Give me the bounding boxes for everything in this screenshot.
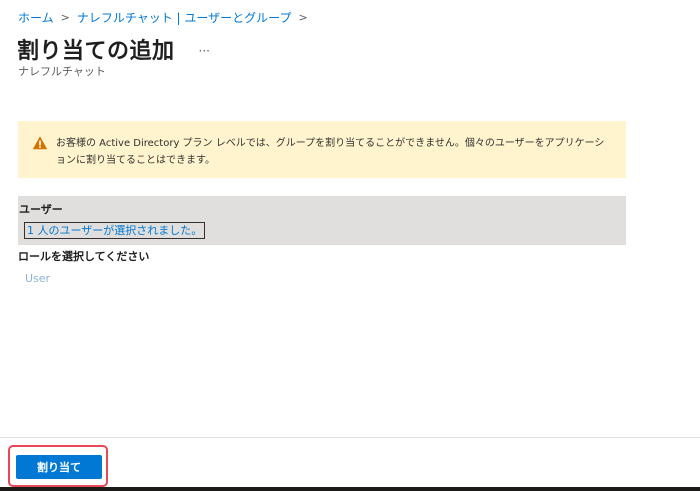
warning-icon	[32, 136, 48, 150]
page-subtitle: ナレフルチャット	[18, 65, 106, 78]
warning-message-line-1: お客様の Active Directory プラン レベルでは、グループを割り当…	[56, 138, 605, 149]
bottom-edge-bar	[0, 487, 700, 491]
users-section: ユーザー 1 人のユーザーが選択されました。	[18, 196, 626, 245]
assign-button[interactable]: 割り当て	[16, 455, 102, 479]
breadcrumb: ホーム > ナレフルチャット | ユーザーとグループ >	[18, 9, 315, 26]
role-label: ロールを選択してください	[18, 250, 150, 263]
breadcrumb-home[interactable]: ホーム	[18, 9, 54, 26]
role-selected-value[interactable]: User	[25, 272, 50, 285]
warning-message: お客様の Active Directory プラン レベルでは、グループを割り当…	[56, 135, 604, 169]
users-label: ユーザー	[19, 203, 63, 216]
title-row: 割り当ての追加 ···	[17, 33, 210, 65]
breadcrumb-separator: >	[60, 11, 70, 24]
warning-message-line-2: ョンに割り当てることはできます。	[56, 155, 215, 166]
warning-banner: お客様の Active Directory プラン レベルでは、グループを割り当…	[18, 121, 626, 178]
breadcrumb-separator: >	[298, 11, 308, 24]
breadcrumb-app-users-groups[interactable]: ナレフルチャット | ユーザーとグループ	[77, 9, 292, 26]
ellipsis-icon[interactable]: ···	[199, 40, 210, 58]
page-title: 割り当ての追加	[17, 39, 175, 64]
footer-divider	[0, 437, 700, 438]
selected-users-link[interactable]: 1 人のユーザーが選択されました。	[24, 222, 206, 239]
